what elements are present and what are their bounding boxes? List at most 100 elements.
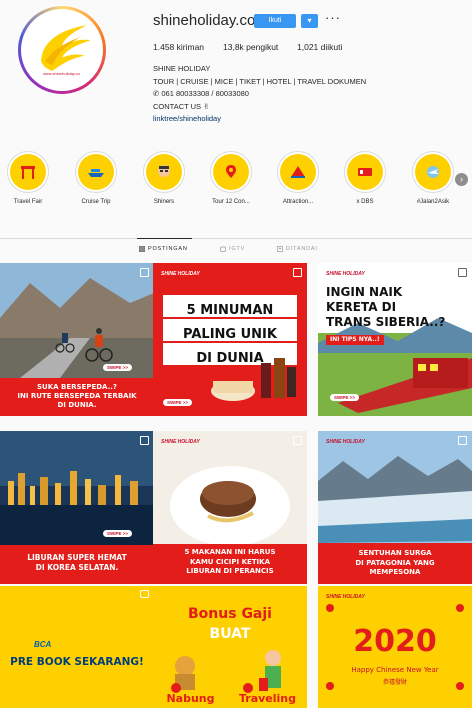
caption-line: 5 MAKANAN INI HARUS (184, 548, 276, 556)
post-1[interactable]: SWIPE >> SUKA BERSEPEDA..? INI RUTE BERS… (0, 263, 154, 416)
swipe-badge: SWIPE >> (330, 394, 360, 401)
highlight-cover (347, 154, 383, 190)
tab-label: IGTV (229, 246, 246, 252)
caption-line: LIBURAN DI PERANCIS (186, 567, 274, 575)
post-6[interactable]: SHINE HOLIDAY SENTUHAN SURGA DI PATAGONI… (318, 431, 472, 584)
chevron-down-icon: ▾ (307, 16, 312, 25)
swipe-badge: SWIPE >> (103, 530, 133, 537)
caption-line: Bonus Gaji (188, 606, 272, 622)
more-options-button[interactable]: ··· (325, 10, 341, 25)
post-8[interactable]: Bonus Gaji BUAT Nabung Traveling (153, 586, 307, 708)
highlight-cover (10, 154, 46, 190)
tabs-divider (0, 238, 472, 239)
post-9[interactable]: SHINE HOLIDAY 2020 Happy Chinese New Yea… (318, 586, 472, 708)
caption-line: DI PATAGONIA YANG (355, 558, 435, 567)
avatar-inner (21, 9, 103, 91)
bio-line-phone: ✆ 061 80033308 / 80033080 (153, 89, 249, 98)
caption-line: LIBURAN SUPER HEMAT (27, 553, 127, 562)
brand-tag: SHINE HOLIDAY (161, 271, 200, 277)
caption-line: Traveling (238, 692, 297, 705)
carousel-icon (458, 436, 467, 445)
brand-tag: SHINE HOLIDAY (326, 271, 365, 277)
igtv-icon (220, 246, 226, 252)
post-5[interactable]: SHINE HOLIDAY 5 MAKANAN INI HARUS KAMU C… (153, 431, 307, 584)
suggestions-dropdown-button[interactable]: ▾ (301, 14, 318, 28)
highlight-cover (280, 154, 316, 190)
highlight-dbs[interactable]: x DBS (341, 151, 389, 205)
bio-line-contact: CONTACT US ✌ (153, 101, 210, 111)
avatar-caption: www.shineholiday.co (43, 71, 80, 76)
tab-label: POSTINGAN (148, 246, 188, 252)
highlight-tour[interactable]: Tour 12 Con... (207, 151, 255, 205)
plane-icon (427, 166, 439, 178)
profile-avatar[interactable] (18, 6, 106, 94)
highlight-label: Travel Fair (13, 199, 43, 205)
post-caption: INGIN NAIK KERETA DI TRANS SIBERIA..? IN… (326, 285, 466, 345)
highlight-attraction[interactable]: Attraction... (274, 151, 322, 205)
follow-button[interactable]: Ikuti (254, 14, 296, 28)
caption-line: MEMPESONA (369, 568, 421, 576)
highlight-shiners[interactable]: Shiners (140, 151, 188, 205)
bca-logo-text: BCA (34, 640, 52, 649)
highlight-ring (277, 151, 319, 193)
highlight-ring (7, 151, 49, 193)
highlight-cruise-trip[interactable]: Cruise Trip (72, 151, 120, 205)
bio-line-services: TOUR | CRUISE | MICE | TIKET | HOTEL | T… (153, 76, 367, 86)
carousel-icon (458, 268, 467, 277)
post-2[interactable]: SHINE HOLIDAY 5 MINUMAN PALING UNIK DI D… (153, 263, 307, 416)
gate-icon (21, 166, 35, 179)
caption-line: DI KOREA SELATAN. (35, 563, 119, 572)
highlights-next-button[interactable]: › (455, 173, 468, 186)
post-7[interactable]: BCA PRE BOOK SEKARANG! (0, 586, 154, 708)
carousel-icon (140, 436, 149, 445)
caption-line: KERETA DI (326, 300, 397, 314)
caption-line: 5 MINUMAN (186, 303, 274, 318)
tab-posts[interactable]: POSTINGAN (139, 246, 188, 252)
carousel-icon (140, 268, 149, 277)
post-caption: SUKA BERSEPEDA..? INI RUTE BERSEPEDA TER… (0, 383, 154, 410)
highlight-cover (213, 154, 249, 190)
post-caption: SENTUHAN SURGA DI PATAGONIA YANG MEMPESO… (318, 549, 472, 578)
person-icon (158, 165, 170, 177)
highlight-cover (78, 154, 114, 190)
highlight-ring (344, 151, 386, 193)
grid-icon (139, 246, 145, 252)
highlight-travel-fair[interactable]: Travel Fair (4, 151, 52, 205)
highlight-label: Attraction... (282, 199, 314, 205)
following-count[interactable]: 1,021 diikuti (297, 42, 342, 52)
caption-line: BUAT (209, 626, 251, 642)
caption-line: 2020 (353, 624, 437, 659)
caption-line: 恭禧發財 (382, 679, 407, 686)
post-caption: Bonus Gaji BUAT (153, 604, 307, 644)
caption-line: INGIN NAIK (326, 285, 403, 299)
post-caption: 5 MINUMAN PALING UNIK DI DUNIA (153, 299, 307, 371)
swipe-badge: SWIPE >> (163, 399, 193, 406)
active-tab-indicator (137, 238, 192, 239)
highlight-ring (75, 151, 117, 193)
tag-icon (277, 246, 283, 252)
caption-line: INI RUTE BERSEPEDA TERBAIK (17, 392, 137, 400)
caption-line: SUKA BERSEPEDA..? (37, 383, 117, 391)
bio-link[interactable]: linktree/shineholiday (153, 113, 366, 126)
tab-igtv[interactable]: IGTV (220, 246, 245, 252)
profile-username: shineholiday.co (153, 12, 256, 29)
caption-line: DI DUNIA (196, 351, 264, 366)
post-3[interactable]: SHINE HOLIDAY INGIN NAIK KERETA DI TRANS… (318, 263, 472, 416)
bio-name: SHINE HOLIDAY (153, 64, 211, 73)
highlight-label: Tour 12 Con... (212, 199, 250, 205)
post-caption: 5 MAKANAN INI HARUS KAMU CICIPI KETIKA L… (153, 548, 307, 577)
followers-count[interactable]: 13,8k pengikut (223, 42, 278, 52)
highlight-label: Shiners (153, 199, 175, 205)
tab-label: DITANDAI (286, 246, 318, 252)
highlight-label: Cruise Trip (81, 199, 111, 205)
profile-bio: SHINE HOLIDAY TOUR | CRUISE | MICE | TIK… (153, 63, 366, 126)
igtv-badge-icon (140, 590, 149, 598)
highlight-jalan2asik[interactable]: #Jalan2Asik (409, 151, 457, 205)
brand-tag: SHINE HOLIDAY (326, 439, 365, 445)
tab-tagged[interactable]: DITANDAI (277, 246, 318, 252)
ship-icon (88, 169, 104, 177)
post-caption: PRE BOOK SEKARANG! (10, 656, 144, 668)
bca-logo: BCA (34, 640, 51, 649)
post-4[interactable]: SWIPE >> LIBURAN SUPER HEMAT DI KOREA SE… (0, 431, 154, 584)
caption-line: PALING UNIK (183, 327, 277, 342)
